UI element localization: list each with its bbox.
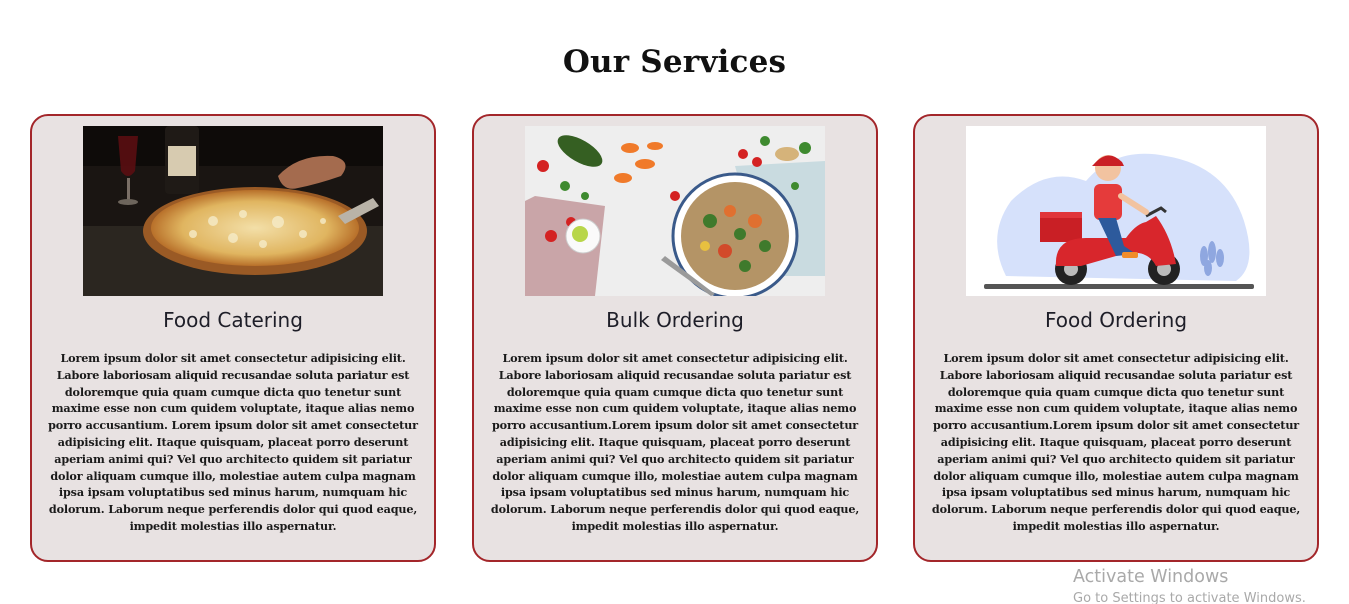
card-title: Food Catering <box>163 308 303 332</box>
delivery-scooter-illustration <box>966 126 1266 296</box>
windows-activation-watermark: Activate Windows Go to Settings to activ… <box>1073 566 1306 604</box>
card-title: Bulk Ordering <box>606 308 744 332</box>
card-description: Lorem ipsum dolor sit amet consectetur a… <box>48 351 418 533</box>
pizza-photo <box>83 126 383 296</box>
service-card-bulk-ordering: Bulk Ordering Lorem ipsum dolor sit amet… <box>472 114 878 562</box>
card-description: Lorem ipsum dolor sit amet consectetur a… <box>931 351 1301 533</box>
service-card-food-ordering: Food Ordering Lorem ipsum dolor sit amet… <box>913 114 1319 562</box>
service-card-food-catering: Food Catering Lorem ipsum dolor sit amet… <box>30 114 436 562</box>
watermark-title: Activate Windows <box>1073 567 1229 587</box>
section-title: Our Services <box>562 44 787 80</box>
watermark-subtitle: Go to Settings to activate Windows. <box>1073 591 1306 604</box>
salad-bowl-photo <box>525 126 825 296</box>
card-description: Lorem ipsum dolor sit amet consectetur a… <box>490 351 860 533</box>
card-title: Food Ordering <box>1044 308 1188 332</box>
